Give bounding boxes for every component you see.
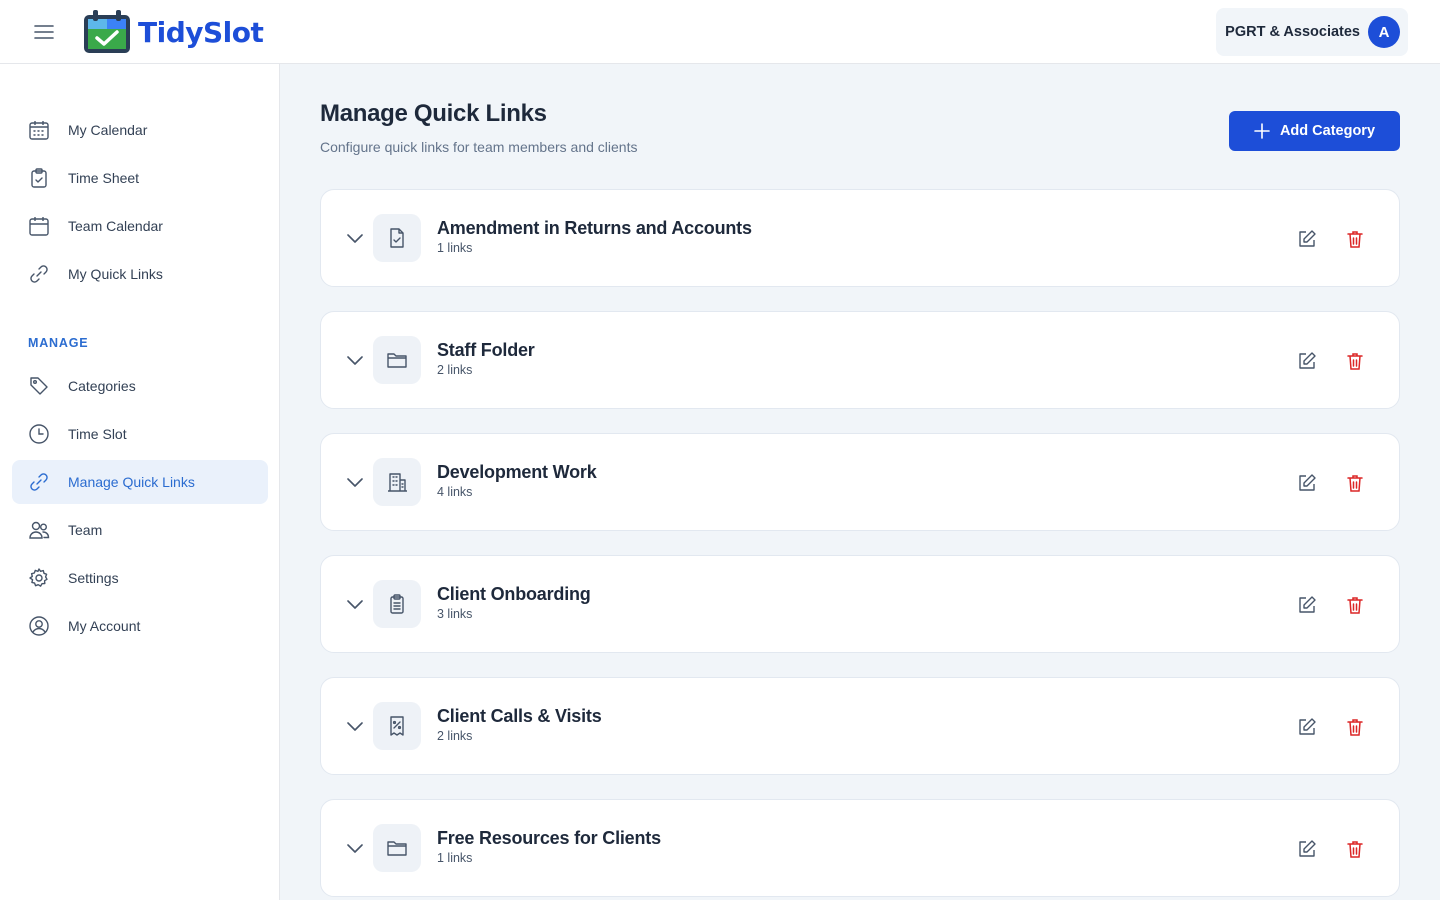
gear-icon [28, 567, 50, 589]
trash-icon[interactable] [1342, 348, 1368, 374]
category-name: Client Calls & Visits [437, 706, 602, 726]
hamburger-menu-icon[interactable] [28, 18, 60, 46]
chevron-down-icon[interactable] [343, 593, 367, 617]
trash-icon[interactable] [1342, 470, 1368, 496]
sidebar-item-team-calendar[interactable]: Team Calendar [12, 204, 268, 248]
sidebar-item-my-calendar[interactable]: My Calendar [12, 108, 268, 152]
trash-icon[interactable] [1342, 836, 1368, 862]
trash-icon[interactable] [1342, 592, 1368, 618]
calendar-icon [28, 215, 50, 237]
add-category-button[interactable]: Add Category [1229, 111, 1400, 151]
folder-icon [373, 824, 421, 872]
users-icon [28, 519, 50, 541]
trash-icon[interactable] [1342, 226, 1368, 252]
sidebar-item-settings[interactable]: Settings [12, 556, 268, 600]
edit-icon[interactable] [1294, 592, 1320, 618]
sidebar-item-label: My Quick Links [68, 266, 163, 282]
sidebar-item-label: My Account [68, 618, 141, 634]
category-link-count: 3 links [437, 607, 473, 621]
category-card: Amendment in Returns and Accounts 1 link… [320, 189, 1400, 287]
edit-icon[interactable] [1294, 836, 1320, 862]
category-card: Client Calls & Visits 2 links [320, 677, 1400, 775]
sidebar-item-label: Manage Quick Links [68, 474, 195, 490]
chevron-down-icon[interactable] [343, 349, 367, 373]
category-link-count: 1 links [437, 241, 473, 255]
chevron-down-icon[interactable] [343, 715, 367, 739]
calendar-grid-icon [28, 119, 50, 141]
category-link-count: 4 links [437, 485, 473, 499]
sidebar-item-label: Time Slot [68, 426, 127, 442]
clipboard-list-icon [373, 580, 421, 628]
sidebar-item-time-slot[interactable]: Time Slot [12, 412, 268, 456]
edit-icon[interactable] [1294, 348, 1320, 374]
trash-icon[interactable] [1342, 714, 1368, 740]
sidebar-item-team[interactable]: Team [12, 508, 268, 552]
chevron-down-icon[interactable] [343, 227, 367, 251]
top-bar: TidySlot PGRT & Associates A [0, 0, 1440, 64]
category-card: Development Work 4 links [320, 433, 1400, 531]
category-card: Client Onboarding 3 links [320, 555, 1400, 653]
edit-icon[interactable] [1294, 226, 1320, 252]
category-card: Free Resources for Clients 1 links [320, 799, 1400, 897]
file-check-icon [373, 214, 421, 262]
category-link-count: 2 links [437, 729, 473, 743]
category-link-count: 1 links [437, 851, 473, 865]
category-name: Free Resources for Clients [437, 828, 661, 848]
clock-icon [28, 423, 50, 445]
tag-icon [28, 375, 50, 397]
link-icon [28, 471, 50, 493]
manage-section-label: MANAGE [28, 336, 89, 350]
edit-icon[interactable] [1294, 714, 1320, 740]
sidebar-item-label: Time Sheet [68, 170, 140, 186]
page-subtitle: Configure quick links for team members a… [320, 139, 638, 155]
sidebar-item-time-sheet[interactable]: Time Sheet [12, 156, 268, 200]
sidebar-item-manage-quick-links[interactable]: Manage Quick Links [12, 460, 268, 504]
organization-name: PGRT & Associates [1225, 24, 1360, 40]
avatar: A [1368, 16, 1400, 48]
app-logo[interactable]: TidySlot [82, 8, 264, 56]
chevron-down-icon[interactable] [343, 837, 367, 861]
category-link-count: 2 links [437, 363, 473, 377]
category-card: Staff Folder 2 links [320, 311, 1400, 409]
organization-switcher[interactable]: PGRT & Associates A [1216, 8, 1408, 56]
sidebar-item-my-quick-links[interactable]: My Quick Links [12, 252, 268, 296]
building-icon [373, 458, 421, 506]
calendar-logo-icon [84, 10, 130, 53]
link-icon [28, 263, 50, 285]
category-name: Staff Folder [437, 340, 535, 360]
category-name: Amendment in Returns and Accounts [437, 218, 752, 238]
app-name: TidySlot [138, 15, 264, 49]
category-name: Development Work [437, 462, 597, 482]
sidebar-item-label: Team Calendar [68, 218, 163, 234]
user-circle-icon [28, 615, 50, 637]
page-title: Manage Quick Links [320, 100, 547, 127]
sidebar: My Calendar Time Sheet Team Calendar My … [0, 64, 280, 900]
sidebar-item-label: My Calendar [68, 122, 148, 138]
plus-icon [1254, 123, 1270, 139]
add-category-label: Add Category [1279, 123, 1376, 139]
clipboard-check-icon [28, 167, 50, 189]
category-name: Client Onboarding [437, 584, 591, 604]
sidebar-item-label: Team [68, 522, 103, 538]
receipt-percent-icon [373, 702, 421, 750]
sidebar-item-my-account[interactable]: My Account [12, 604, 268, 648]
sidebar-item-categories[interactable]: Categories [12, 364, 268, 408]
sidebar-item-label: Settings [68, 570, 119, 586]
folder-icon [373, 336, 421, 384]
edit-icon[interactable] [1294, 470, 1320, 496]
chevron-down-icon[interactable] [343, 471, 367, 495]
sidebar-item-label: Categories [68, 378, 136, 394]
